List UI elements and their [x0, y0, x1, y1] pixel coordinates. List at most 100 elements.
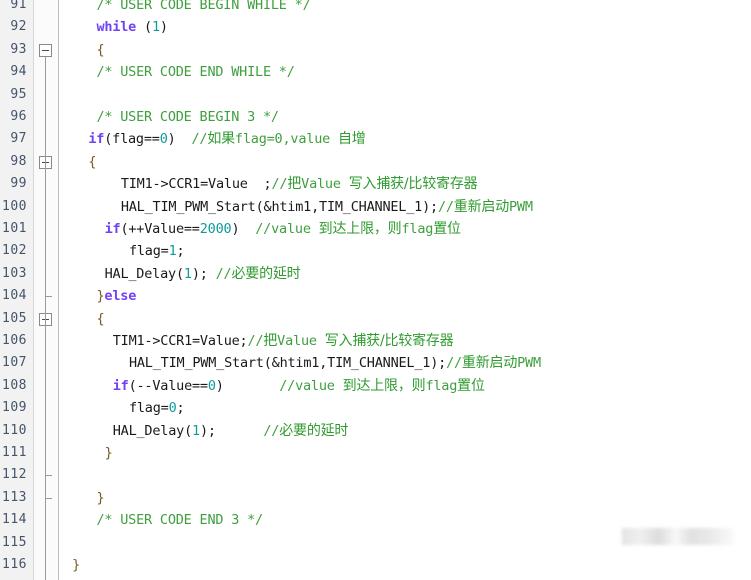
code-line-text[interactable]: flag=0;	[129, 397, 185, 419]
code-token-cmt-cjk: 必要的延时	[231, 265, 301, 282]
code-line[interactable]: 98 {	[0, 151, 751, 173]
code-token-cmt: //	[215, 265, 232, 282]
code-line-text[interactable]: HAL_Delay(1); //必要的延时	[113, 420, 349, 442]
line-number: 114	[2, 512, 27, 528]
code-token-brace: {	[96, 41, 105, 58]
blurred-watermark	[622, 528, 734, 545]
code-line[interactable]: 97 if(flag==0) //如果flag=0,value 自增	[0, 128, 751, 150]
fold-spine-outer	[45, 56, 46, 558]
code-line-text[interactable]: }	[96, 487, 104, 509]
code-line[interactable]: 110 HAL_Delay(1); //必要的延时	[0, 420, 751, 442]
code-token-pln: HAL_TIM_PWM_Start(&htim1,TIM_CHANNEL_1);	[120, 198, 438, 215]
code-token-pln: TIM1->CCR1=Value ;	[120, 176, 272, 193]
code-token-brace: }	[96, 489, 105, 506]
code-line[interactable]: 101 if(++Value==2000) //value 到达上限，则flag置…	[0, 218, 751, 240]
code-token-cmt: PWM	[509, 198, 533, 215]
code-line-text[interactable]: /* USER CODE END 3 */	[96, 509, 263, 531]
code-line-text[interactable]: HAL_Delay(1); //必要的延时	[105, 263, 301, 285]
code-token-kw: while	[96, 19, 137, 36]
code-line[interactable]: 107 HAL_TIM_PWM_Start(&htim1,TIM_CHANNEL_…	[0, 352, 751, 374]
code-line[interactable]: 117	[0, 576, 751, 580]
code-line[interactable]: 111}	[0, 442, 751, 464]
code-token-cmt-cjk: 到达上限，则	[318, 221, 402, 237]
code-token-pln: )	[215, 377, 280, 394]
code-line[interactable]: 102 flag=1;	[0, 240, 751, 262]
code-line-text[interactable]: /* USER CODE END WHILE */	[96, 61, 294, 83]
code-line[interactable]: 95	[0, 84, 751, 106]
code-token-pln: TIM1->CCR1=Value;	[112, 333, 248, 349]
code-line[interactable]: 91 /* USER CODE BEGIN WHILE */	[0, 0, 751, 16]
code-token-kw: if	[104, 221, 121, 237]
line-number: 111	[2, 445, 27, 460]
code-token-num: 1	[151, 19, 160, 36]
code-line-text[interactable]: {	[96, 39, 104, 61]
line-number: 95	[10, 86, 27, 102]
code-line[interactable]: 93 {	[0, 39, 751, 61]
line-number: 98	[10, 153, 27, 169]
code-line[interactable]: 94 /* USER CODE END WHILE */	[0, 61, 751, 83]
code-line[interactable]: 99 TIM1->CCR1=Value ;//把Value 写入捕获/比较寄存器	[0, 173, 751, 195]
code-line-text[interactable]: TIM1->CCR1=Value;//把Value 写入捕获/比较寄存器	[113, 330, 454, 352]
fold-end-marker	[45, 475, 52, 477]
code-token-cmt-cjk: 置位	[457, 377, 485, 394]
code-line[interactable]: 100 HAL_TIM_PWM_Start(&htim1,TIM_CHANNEL_…	[0, 196, 751, 218]
line-number: 108	[2, 377, 27, 393]
code-editor-view[interactable]: 91 /* USER CODE BEGIN WHILE */ 92 while (1)…	[0, 0, 751, 580]
code-line-text[interactable]: if(flag==0) //如果flag=0,value 自增	[88, 128, 365, 150]
code-line[interactable]: 113}	[0, 487, 751, 509]
code-token-cmt: //	[191, 131, 208, 148]
code-line-text[interactable]: }else	[96, 285, 136, 307]
code-token-cmt: flag=0,value	[234, 131, 338, 148]
code-token-pln: );	[191, 265, 216, 282]
code-line[interactable]: 108 if(--Value==0) //value 到达上限，则flag置位	[0, 375, 751, 397]
code-token-brace: }	[104, 445, 113, 461]
line-number: 101	[2, 221, 27, 236]
code-line-text[interactable]: HAL_TIM_PWM_Start(&htim1,TIM_CHANNEL_1);…	[121, 196, 533, 218]
code-line-text[interactable]: TIM1->CCR1=Value ;//把Value 写入捕获/比较寄存器	[121, 173, 478, 195]
code-token-num: 0	[168, 400, 177, 417]
code-token-cmt: //	[247, 333, 264, 349]
line-number: 91	[10, 0, 27, 12]
code-line[interactable]: 104}else	[0, 285, 751, 307]
code-line-text[interactable]: flag=1;	[129, 240, 185, 262]
code-token-cmt-cjk: 到达上限，则	[342, 377, 426, 394]
code-line[interactable]: 92 while (1)	[0, 16, 751, 38]
code-line[interactable]: 109 flag=0;	[0, 397, 751, 419]
code-line[interactable]: 112	[0, 464, 751, 486]
code-token-cmt: //	[271, 176, 288, 193]
code-token-cmt: //	[263, 422, 280, 439]
code-token-brace: {	[88, 153, 97, 170]
code-line-text[interactable]: {	[96, 308, 104, 330]
code-token-num: 0	[207, 377, 216, 394]
code-token-cmt: flag	[401, 221, 434, 237]
code-line[interactable]: 116}	[0, 554, 751, 576]
code-token-cmt: /* USER CODE END WHILE */	[96, 64, 295, 81]
code-token-cmt-cjk: 自增	[337, 131, 366, 148]
code-token-cmt-cjk: 重新启动	[461, 355, 518, 372]
code-token-kw: else	[104, 288, 137, 305]
code-line-text[interactable]: if(--Value==0) //value 到达上限，则flag置位	[113, 375, 485, 397]
code-token-num: 1	[192, 422, 200, 439]
code-token-num: 1	[183, 265, 192, 282]
code-line[interactable]: 96 /* USER CODE BEGIN 3 */	[0, 106, 751, 128]
code-token-cmt: flag	[425, 377, 458, 394]
code-line-text[interactable]: }	[72, 554, 80, 576]
code-token-cmt-cjk: 置位	[433, 221, 461, 237]
code-token-cmt: /* USER CODE BEGIN WHILE */	[96, 0, 311, 13]
code-line-text[interactable]: HAL_TIM_PWM_Start(&htim1,TIM_CHANNEL_1);…	[129, 352, 541, 374]
code-line-text[interactable]: /* USER CODE BEGIN WHILE */	[96, 0, 310, 16]
code-line-text[interactable]: /* USER CODE BEGIN 3 */	[96, 106, 279, 128]
code-line-text[interactable]: }	[105, 442, 113, 464]
code-line[interactable]: 106 TIM1->CCR1=Value;//把Value 写入捕获/比较寄存器	[0, 330, 751, 352]
fold-end-marker	[45, 497, 52, 499]
code-token-kw: if	[88, 131, 105, 148]
code-line[interactable]: 103 HAL_Delay(1); //必要的延时	[0, 263, 751, 285]
fold-collapse-icon[interactable]	[39, 43, 52, 57]
code-line-text[interactable]: while (1)	[96, 16, 168, 38]
line-number: 103	[2, 265, 27, 281]
code-token-pln: HAL_Delay(	[112, 422, 192, 439]
code-line[interactable]: 105 {	[0, 308, 751, 330]
code-line-text[interactable]: {	[88, 151, 96, 173]
code-token-pln: HAL_Delay(	[104, 265, 184, 282]
code-line-text[interactable]: if(++Value==2000) //value 到达上限，则flag置位	[105, 218, 461, 240]
